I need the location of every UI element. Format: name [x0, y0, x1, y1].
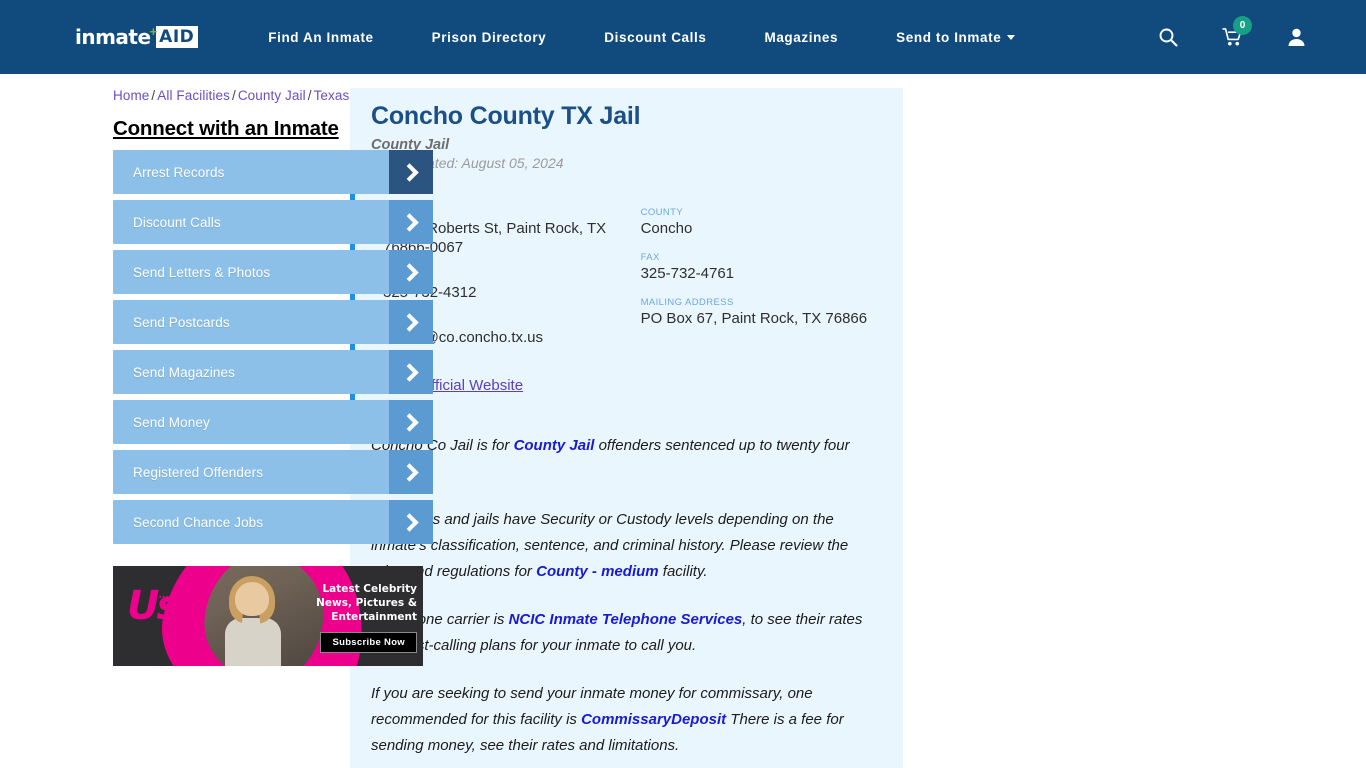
- nav-discount-calls[interactable]: Discount Calls: [604, 22, 706, 53]
- nav-label: Find An Inmate: [268, 29, 374, 45]
- logo-wordmark: inmate: [75, 25, 151, 49]
- sidebar-item-label: Discount Calls: [133, 214, 221, 230]
- inline-link[interactable]: CommissaryDeposit: [581, 711, 726, 728]
- sidebar-heading: Connect with an Inmate: [113, 117, 339, 140]
- ad-subscribe-button[interactable]: Subscribe Now: [320, 632, 417, 653]
- sidebar-item-label: Send Letters & Photos: [133, 264, 271, 280]
- site-header: inmate + AID Find An Inmate Prison Direc…: [0, 0, 1366, 74]
- ad-logo-dots: ▪▪▪▪: [159, 594, 173, 601]
- breadcrumb-item-all-facilities[interactable]: All Facilities: [157, 88, 230, 103]
- sidebar-item-send-money[interactable]: Send Money: [113, 400, 433, 444]
- sidebar-item-send-postcards[interactable]: Send Postcards: [113, 300, 433, 344]
- sidebar-item-send-letters-photos[interactable]: Send Letters & Photos: [113, 250, 433, 294]
- chevron-down-icon: [1007, 35, 1016, 41]
- sidebar-item-label: Second Chance Jobs: [133, 514, 264, 530]
- main-navigation: Find An Inmate Prison Directory Discount…: [268, 22, 1114, 53]
- sidebar-item-registered-offenders[interactable]: Registered Offenders: [113, 450, 433, 494]
- sidebar-item-label: Send Money: [133, 414, 210, 430]
- facility-type-label: County Jail: [371, 136, 450, 153]
- info-value-fax: 325-732-4761: [640, 264, 735, 282]
- chevron-right-icon: [389, 250, 433, 294]
- nav-send-to-inmate[interactable]: Send to Inmate: [896, 22, 1016, 53]
- logo-plus-icon: +: [149, 23, 158, 39]
- info-label-mailing-address: MAILING ADDRESS: [640, 296, 734, 308]
- sidebar-item-label: Send Postcards: [133, 314, 230, 330]
- user-icon[interactable]: [1287, 27, 1306, 47]
- nav-magazines[interactable]: Magazines: [764, 22, 838, 53]
- search-icon[interactable]: [1158, 27, 1178, 47]
- inline-link[interactable]: County Jail: [514, 437, 595, 454]
- breadcrumb-item-home[interactable]: Home: [113, 88, 149, 103]
- ad-text-block: Latest Celebrity News, Pictures & Entert…: [289, 582, 417, 653]
- inline-link[interactable]: County - medium: [536, 563, 659, 580]
- ad-tagline: Latest Celebrity News, Pictures & Entert…: [316, 583, 417, 623]
- info-label-fax: FAX: [640, 251, 660, 263]
- ad-brand-logo: Us: [127, 583, 180, 629]
- chevron-right-icon: [389, 200, 433, 244]
- sidebar-item-discount-calls[interactable]: Discount Calls: [113, 200, 433, 244]
- info-value-county: Concho: [640, 219, 693, 237]
- site-logo[interactable]: inmate + AID: [75, 23, 199, 49]
- chevron-right-icon: [389, 450, 433, 494]
- advertisement-banner[interactable]: Us ▪▪▪▪ Latest Celebrity News, Pictures …: [113, 566, 423, 666]
- breadcrumb-separator: /: [151, 88, 156, 103]
- info-value-mailing-address: PO Box 67, Paint Rock, TX 76866: [640, 309, 868, 327]
- description-paragraph: All prisons and jails have Security or C…: [371, 510, 849, 580]
- chevron-right-icon: [389, 300, 433, 344]
- nav-label: Discount Calls: [604, 29, 707, 45]
- page-title: Concho County TX Jail: [371, 102, 641, 130]
- logo-aid-badge: AID: [156, 26, 199, 48]
- nav-find-an-inmate[interactable]: Find An Inmate: [268, 22, 373, 53]
- last-updated-label: Last Updated: August 05, 2024: [371, 154, 564, 171]
- ad-person-face: [235, 582, 269, 616]
- chevron-right-icon: [389, 400, 433, 444]
- sidebar-item-label: Registered Offenders: [133, 464, 264, 480]
- sidebar-item-label: Send Magazines: [133, 364, 235, 380]
- chevron-right-icon: [389, 150, 433, 194]
- nav-label: Magazines: [764, 29, 839, 45]
- header-icon-group: 0: [1114, 16, 1306, 47]
- nav-prison-directory[interactable]: Prison Directory: [432, 22, 547, 53]
- nav-label: Prison Directory: [431, 29, 547, 45]
- cart-icon[interactable]: 0: [1222, 16, 1252, 47]
- cart-count-badge: 0: [1233, 16, 1252, 35]
- inline-link[interactable]: NCIC Inmate Telephone Services: [509, 611, 743, 628]
- breadcrumb-separator: /: [231, 88, 236, 103]
- sidebar-item-send-magazines[interactable]: Send Magazines: [113, 350, 433, 394]
- description-paragraph: The phone carrier is NCIC Inmate Telepho…: [371, 610, 863, 654]
- info-label-county: COUNTY: [640, 206, 684, 218]
- sidebar-item-second-chance-jobs[interactable]: Second Chance Jobs: [113, 500, 433, 544]
- info-column-right: COUNTY Concho FAX 325-732-4761 MAILING A…: [633, 207, 883, 395]
- chevron-right-icon: [389, 350, 433, 394]
- nav-label: Send to Inmate: [896, 29, 1002, 45]
- description-paragraph: Concho Co Jail is for County Jail offend…: [371, 436, 850, 480]
- ad-person-body: [225, 618, 281, 666]
- breadcrumb-item-county-jail[interactable]: County Jail: [238, 88, 306, 103]
- breadcrumb-item-texas[interactable]: Texas: [314, 88, 350, 103]
- sidebar-item-arrest-records[interactable]: Arrest Records: [113, 150, 433, 194]
- page-body: Home / All Facilities / County Jail / Texas Co…: [0, 74, 1366, 768]
- left-sidebar: Home / All Facilities / County Jail / Texas Co…: [0, 74, 433, 768]
- sidebar-item-label: Arrest Records: [133, 164, 225, 180]
- chevron-right-icon: [389, 500, 433, 544]
- breadcrumb-separator: /: [307, 88, 312, 103]
- description-paragraph: If you are seeking to send your inmate m…: [371, 684, 844, 754]
- breadcrumb: Home / All Facilities / County Jail / Texas: [113, 74, 349, 103]
